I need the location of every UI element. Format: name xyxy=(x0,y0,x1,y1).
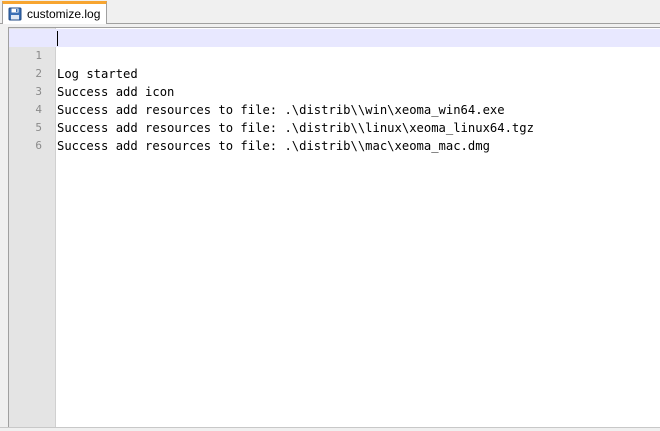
save-disk-icon xyxy=(8,7,22,21)
editor-line[interactable]: 2 Success add icon xyxy=(9,47,660,99)
line-text: Success add resources to file: .\distrib… xyxy=(57,139,490,153)
tab-label: customize.log xyxy=(27,7,101,21)
editor-line[interactable]: 4 Success add resources to file: .\distr… xyxy=(9,83,660,135)
tab-bar: customize.log xyxy=(0,0,660,24)
editor-line[interactable]: 6 xyxy=(9,119,660,152)
tab-customize-log[interactable]: customize.log xyxy=(2,1,108,24)
text-caret xyxy=(57,31,58,46)
text-editor[interactable]: 1 Log started 2 Success add icon 3 Succe… xyxy=(8,27,660,427)
line-number: 6 xyxy=(35,139,42,152)
editor-line[interactable]: 3 Success add resources to file: .\distr… xyxy=(9,65,660,117)
editor-line[interactable]: 1 Log started xyxy=(9,29,660,81)
editor-line[interactable]: 5 Success add resources to file: .\distr… xyxy=(9,101,660,153)
bottom-edge xyxy=(0,427,660,431)
